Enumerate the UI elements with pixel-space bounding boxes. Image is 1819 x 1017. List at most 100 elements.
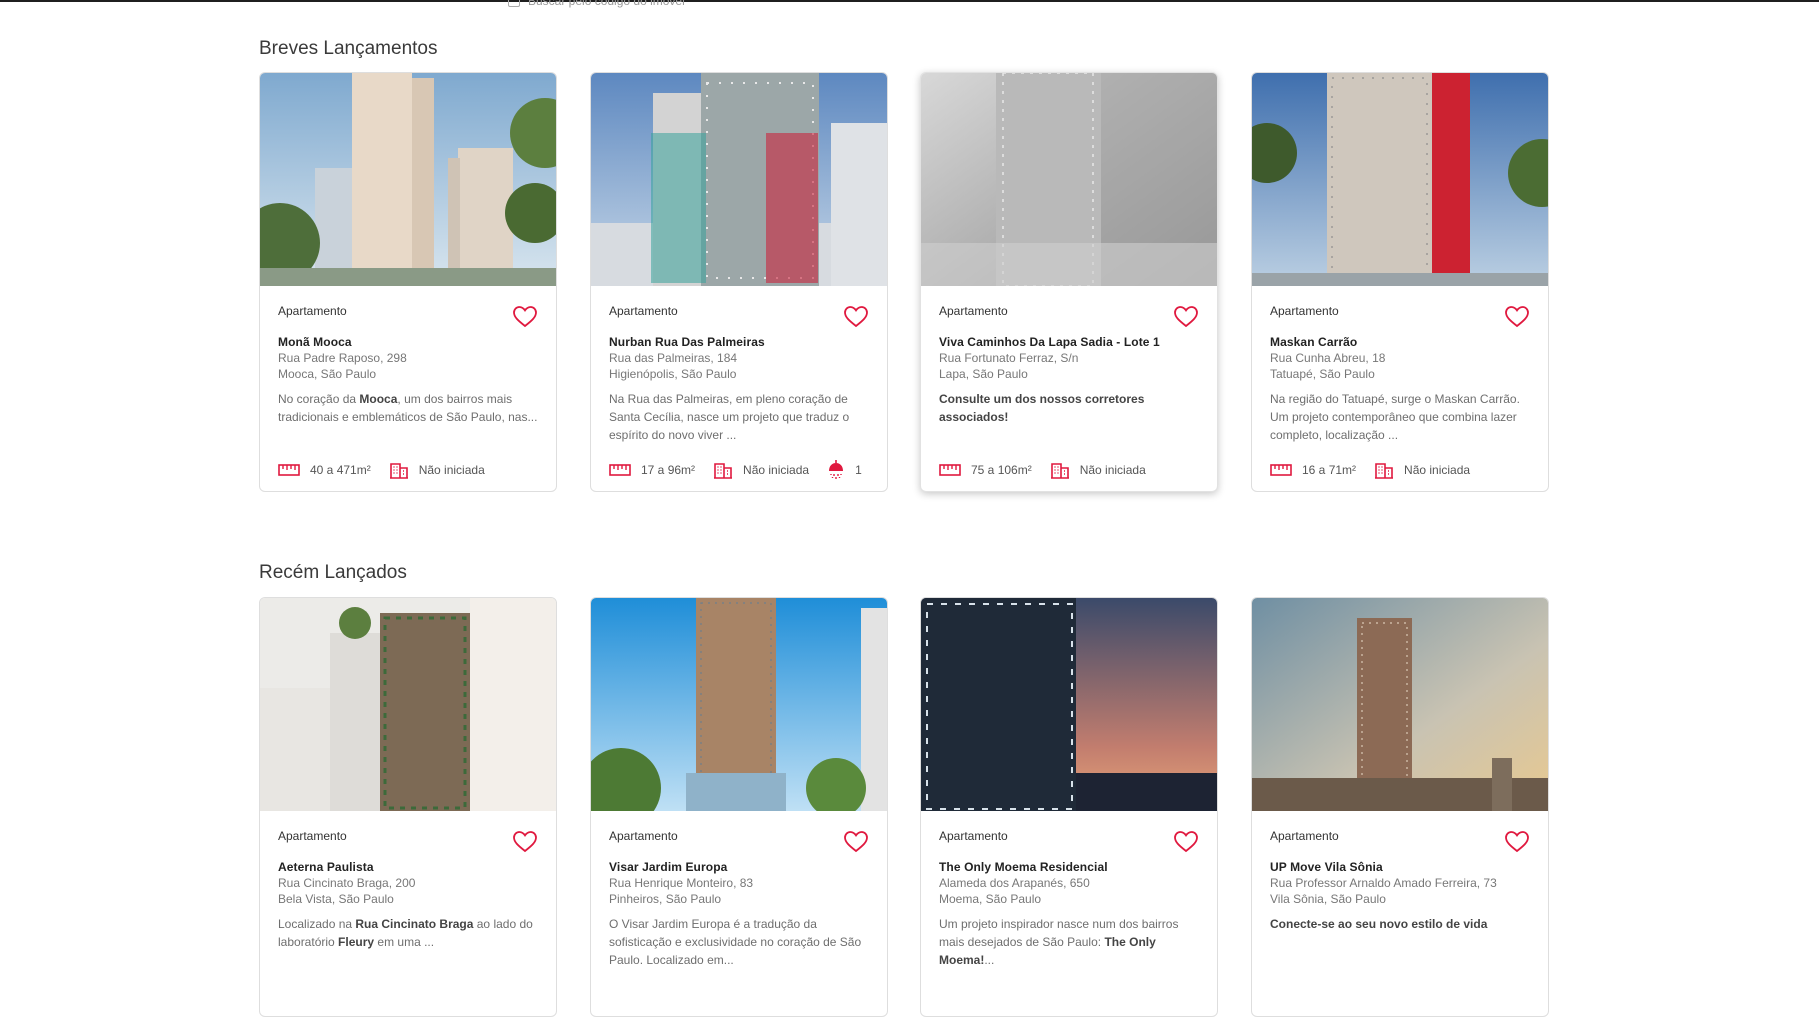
- property-photo[interactable]: [260, 598, 556, 811]
- status-value: Não iniciada: [743, 463, 810, 477]
- property-photo[interactable]: [591, 73, 887, 286]
- property-type: Apartamento: [278, 829, 347, 843]
- property-card[interactable]: Apartamento Maskan Carrão Rua Cunha Abre…: [1251, 72, 1549, 492]
- property-type: Apartamento: [939, 829, 1008, 843]
- status-feature: Não iniciada: [1374, 461, 1470, 479]
- status-feature: Não iniciada: [1050, 461, 1146, 479]
- favorite-heart-icon[interactable]: [843, 830, 869, 854]
- building-photo-4: [1252, 73, 1548, 286]
- area-value: 75 a 106m²: [971, 463, 1032, 477]
- property-address: Rua Cunha Abreu, 18: [1270, 351, 1386, 365]
- property-address: Rua Padre Raposo, 298: [278, 351, 407, 365]
- property-features: 16 a 71m² Não iniciada: [1270, 460, 1488, 480]
- property-card[interactable]: Apartamento Aeterna Paulista Rua Cincina…: [259, 597, 557, 1017]
- building-photo-7: [921, 598, 1217, 811]
- property-photo[interactable]: [1252, 73, 1548, 286]
- building-photo-6: [591, 598, 887, 811]
- property-location: Tatuapé, São Paulo: [1270, 367, 1375, 381]
- property-photo[interactable]: [921, 598, 1217, 811]
- building-icon: [1375, 463, 1394, 479]
- area-feature: 40 a 471m²: [278, 463, 371, 477]
- property-name[interactable]: Nurban Rua Das Palmeiras: [609, 335, 765, 349]
- property-address: Rua Fortunato Ferraz, S/n: [939, 351, 1079, 365]
- property-address: Alameda dos Arapanés, 650: [939, 876, 1090, 890]
- property-card[interactable]: Apartamento Viva Caminhos Da Lapa Sadia …: [920, 72, 1218, 492]
- favorite-heart-icon[interactable]: [512, 830, 538, 854]
- property-location: Bela Vista, São Paulo: [278, 892, 394, 906]
- favorite-heart-icon[interactable]: [512, 305, 538, 329]
- favorite-heart-icon[interactable]: [1504, 830, 1530, 854]
- property-card[interactable]: Apartamento Monã Mooca Rua Padre Raposo,…: [259, 72, 557, 492]
- property-description: No coração da Mooca, um dos bairros mais…: [278, 392, 538, 424]
- top-border: [0, 0, 1819, 2]
- building-photo-8: [1252, 598, 1548, 811]
- section-title-breves-lancamentos: Breves Lançamentos: [259, 38, 438, 59]
- property-description: Na região do Tatuapé, surge o Maskan Car…: [1270, 392, 1520, 442]
- property-description: O Visar Jardim Europa é a tradução da so…: [609, 917, 862, 967]
- building-icon: [389, 463, 408, 479]
- property-card[interactable]: Apartamento UP Move Vila Sônia Rua Profe…: [1251, 597, 1549, 1017]
- property-name[interactable]: Monã Mooca: [278, 335, 352, 349]
- property-type: Apartamento: [609, 829, 678, 843]
- property-photo[interactable]: [591, 598, 887, 811]
- property-type: Apartamento: [609, 304, 678, 318]
- property-name[interactable]: UP Move Vila Sônia: [1270, 860, 1383, 874]
- area-feature: 17 a 96m²: [609, 463, 695, 477]
- property-location: Moema, São Paulo: [939, 892, 1042, 906]
- property-card[interactable]: Apartamento Visar Jardim Europa Rua Henr…: [590, 597, 888, 1017]
- property-name[interactable]: Aeterna Paulista: [278, 860, 374, 874]
- status-feature: Não iniciada: [713, 461, 809, 479]
- property-card[interactable]: Apartamento The Only Moema Residencial A…: [920, 597, 1218, 1017]
- property-location: Higienópolis, São Paulo: [609, 367, 737, 381]
- property-name[interactable]: The Only Moema Residencial: [939, 860, 1108, 874]
- property-type: Apartamento: [278, 304, 347, 318]
- property-location: Mooca, São Paulo: [278, 367, 377, 381]
- property-description: Conecte-se ao seu novo estilo de vida: [1270, 917, 1488, 931]
- building-photo-3: [921, 73, 1217, 286]
- status-value: Não iniciada: [1079, 463, 1146, 477]
- favorite-heart-icon[interactable]: [843, 305, 869, 329]
- bathrooms-value: 1: [855, 463, 862, 477]
- property-features: 17 a 96m² Não iniciada 1: [609, 460, 880, 480]
- status-value: Não iniciada: [418, 463, 485, 477]
- property-card[interactable]: Apartamento Nurban Rua Das Palmeiras Rua…: [590, 72, 888, 492]
- favorite-heart-icon[interactable]: [1173, 305, 1199, 329]
- building-photo-1: [260, 73, 556, 286]
- property-features: 40 a 471m² Não iniciada: [278, 460, 503, 480]
- ruler-icon: [278, 464, 300, 476]
- area-value: 40 a 471m²: [310, 463, 371, 477]
- bathrooms-feature: 1: [827, 460, 862, 480]
- area-value: 17 a 96m²: [641, 463, 696, 477]
- property-address: Rua Professor Arnaldo Amado Ferreira, 73: [1270, 876, 1497, 890]
- property-name[interactable]: Viva Caminhos Da Lapa Sadia - Lote 1: [939, 335, 1160, 349]
- building-photo-2: [591, 73, 887, 286]
- search-by-code-link[interactable]: Buscar pelo código do imóvel: [508, 0, 685, 8]
- building-icon: [714, 463, 733, 479]
- property-description: Consulte um dos nossos corretores associ…: [939, 392, 1145, 424]
- property-location: Vila Sônia, São Paulo: [1270, 892, 1386, 906]
- property-photo[interactable]: [260, 73, 556, 286]
- favorite-heart-icon[interactable]: [1504, 305, 1530, 329]
- property-name[interactable]: Visar Jardim Europa: [609, 860, 727, 874]
- property-address: Rua das Palmeiras, 184: [609, 351, 738, 365]
- building-icon: [1050, 463, 1069, 479]
- area-value: 16 a 71m²: [1302, 463, 1357, 477]
- property-description: Na Rua das Palmeiras, em pleno coração d…: [609, 392, 850, 442]
- property-type: Apartamento: [1270, 829, 1339, 843]
- ruler-icon: [1270, 464, 1292, 476]
- property-type: Apartamento: [1270, 304, 1339, 318]
- area-feature: 16 a 71m²: [1270, 463, 1356, 477]
- property-name[interactable]: Maskan Carrão: [1270, 335, 1357, 349]
- property-photo[interactable]: [1252, 598, 1548, 811]
- ruler-icon: [939, 464, 961, 476]
- status-feature: Não iniciada: [389, 461, 485, 479]
- property-address: Rua Henrique Monteiro, 83: [609, 876, 754, 890]
- property-description: Localizado na Rua Cincinato Braga ao lad…: [278, 917, 533, 949]
- favorite-heart-icon[interactable]: [1173, 830, 1199, 854]
- property-type: Apartamento: [939, 304, 1008, 318]
- property-features: 75 a 106m² Não iniciada: [939, 460, 1164, 480]
- section-title-recem-lancados: Recém Lançados: [259, 562, 407, 583]
- property-address: Rua Cincinato Braga, 200: [278, 876, 416, 890]
- property-photo[interactable]: [921, 73, 1217, 286]
- area-feature: 75 a 106m²: [939, 463, 1032, 477]
